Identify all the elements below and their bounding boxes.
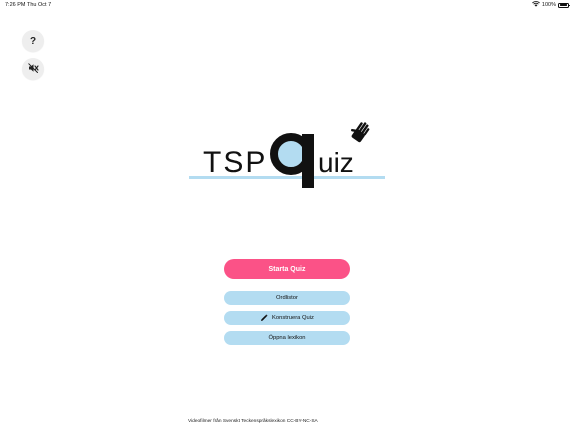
wordlists-label: Ordlistor — [276, 295, 298, 301]
wordlists-button[interactable]: Ordlistor — [224, 291, 350, 305]
status-date: Thu Oct 7 — [27, 2, 52, 8]
construct-quiz-label: Konstruera Quiz — [272, 315, 314, 321]
mute-button[interactable] — [22, 58, 44, 80]
hand-icon — [351, 122, 370, 143]
wifi-icon — [532, 1, 540, 9]
app-logo: TSP uiz — [185, 120, 390, 195]
logo-tsp: TSP — [203, 146, 267, 179]
status-right: 100% — [532, 1, 570, 9]
start-quiz-label: Starta Quiz — [268, 265, 306, 273]
footer-credit: Videofilmer från Svenskt Teckenspråkslex… — [188, 419, 318, 424]
open-lexicon-label: Öppna lexikon — [268, 335, 306, 341]
help-label: ? — [29, 35, 37, 47]
status-bar: 7:26 PM Thu Oct 7 100% — [0, 0, 574, 10]
logo-q — [270, 133, 314, 188]
open-lexicon-button[interactable]: Öppna lexikon — [224, 331, 350, 345]
help-button[interactable]: ? — [22, 30, 44, 52]
battery-icon — [558, 2, 570, 8]
start-quiz-button[interactable]: Starta Quiz — [224, 259, 350, 279]
construct-quiz-button[interactable]: Konstruera Quiz — [224, 311, 350, 325]
speaker-muted-icon — [27, 60, 39, 78]
pencil-icon — [260, 314, 268, 322]
logo-uiz: uiz — [318, 147, 354, 178]
status-time: 7:26 PM — [5, 2, 26, 8]
battery-percent: 100% — [541, 2, 556, 8]
